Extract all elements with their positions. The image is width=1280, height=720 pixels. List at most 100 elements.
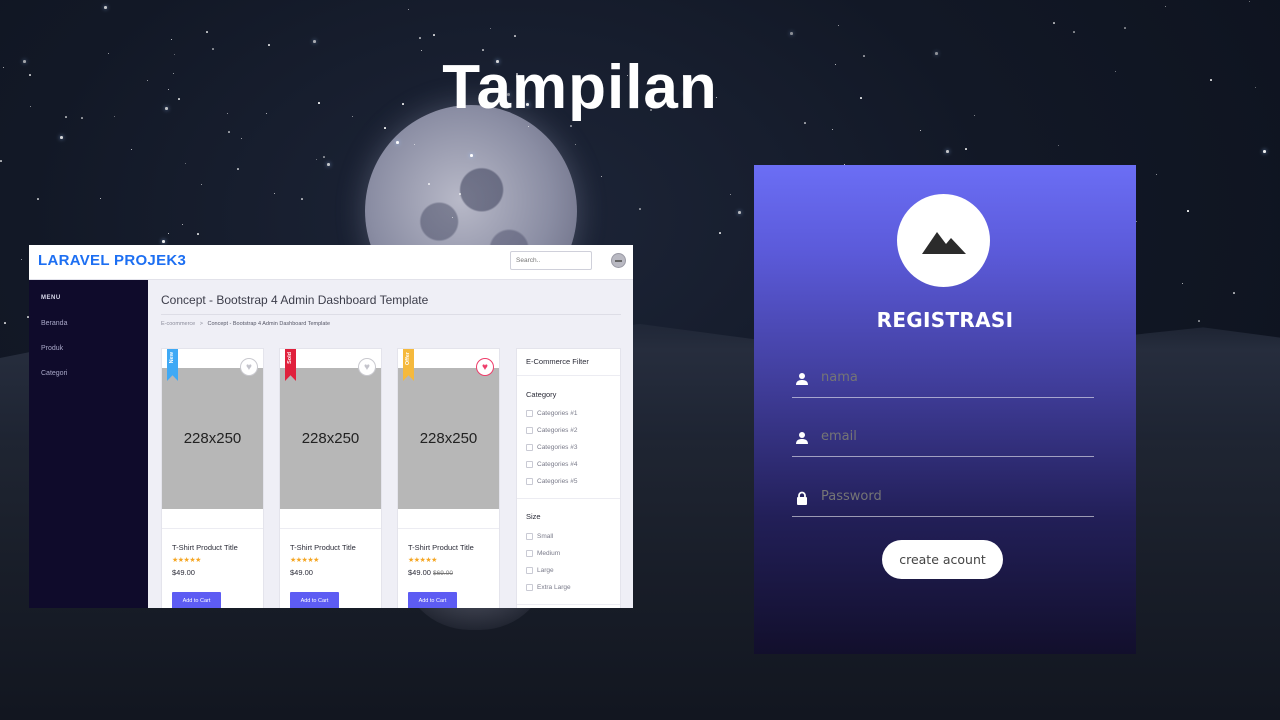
star <box>274 193 275 194</box>
product-price: $49.00 $69.00 <box>408 568 453 577</box>
star <box>452 217 453 218</box>
logo-circle <box>897 194 990 287</box>
filter-title: E-Commerce Filter <box>526 357 589 366</box>
filter-divider <box>517 604 620 605</box>
star <box>197 233 199 235</box>
name-field <box>792 364 1094 398</box>
product-image-placeholder[interactable]: 228x250 <box>162 368 263 509</box>
size-option[interactable]: Small <box>526 533 553 540</box>
star <box>639 208 641 210</box>
rating-stars: ★★★★★ <box>172 557 201 564</box>
size-option[interactable]: Large <box>526 567 554 574</box>
checkbox[interactable] <box>526 461 533 468</box>
star <box>570 125 572 127</box>
star <box>414 144 415 145</box>
title-divider <box>161 314 621 315</box>
create-account-button[interactable]: create acount <box>882 540 1003 579</box>
star <box>1156 174 1157 175</box>
star <box>1233 292 1235 294</box>
checkbox[interactable] <box>526 478 533 485</box>
checkbox[interactable] <box>526 567 533 574</box>
heart-icon[interactable]: ♥ <box>476 358 494 376</box>
checkbox[interactable] <box>526 550 533 557</box>
size-option[interactable]: Medium <box>526 550 560 557</box>
product-title[interactable]: T-Shirt Product Title <box>172 543 238 552</box>
checkbox[interactable] <box>526 410 533 417</box>
sidebar-item-produk[interactable]: Produk <box>41 345 63 352</box>
category-option[interactable]: Categories #1 <box>526 410 577 417</box>
star <box>182 224 183 225</box>
lock-icon <box>797 491 807 505</box>
size-option[interactable]: Extra Large <box>526 584 571 591</box>
category-option[interactable]: Categories #5 <box>526 478 577 485</box>
star <box>1263 150 1266 153</box>
add-to-cart-button[interactable]: Add to Cart <box>290 592 339 608</box>
star <box>168 233 169 234</box>
product-image-placeholder[interactable]: 228x250 <box>398 368 499 509</box>
star <box>1165 6 1166 7</box>
star <box>470 154 473 157</box>
star <box>81 117 83 119</box>
star <box>30 106 31 107</box>
sidebar-item-categori[interactable]: Categori <box>41 370 67 377</box>
search-input[interactable] <box>510 251 592 270</box>
star <box>1255 87 1256 88</box>
name-input[interactable] <box>821 370 1081 385</box>
breadcrumb: E-coommerce > Concept - Bootstrap 4 Admi… <box>161 321 330 327</box>
star <box>173 73 174 74</box>
star <box>206 31 208 33</box>
add-to-cart-button[interactable]: Add to Cart <box>408 592 457 608</box>
checkbox[interactable] <box>526 533 533 540</box>
checkbox[interactable] <box>526 427 533 434</box>
password-input[interactable] <box>821 489 1081 504</box>
star <box>3 67 4 68</box>
product-title[interactable]: T-Shirt Product Title <box>408 543 474 552</box>
star <box>396 141 399 144</box>
rating-stars: ★★★★★ <box>290 557 319 564</box>
sidebar-menu-heading: MENU <box>41 295 61 301</box>
star <box>316 159 317 160</box>
avatar[interactable] <box>611 253 626 268</box>
star <box>147 80 148 81</box>
star <box>860 97 862 99</box>
add-to-cart-button[interactable]: Add to Cart <box>172 592 221 608</box>
breadcrumb-current: Concept - Bootstrap 4 Admin Dashboard Te… <box>207 321 331 327</box>
star <box>1136 221 1137 222</box>
category-option[interactable]: Categories #3 <box>526 444 577 451</box>
star <box>237 168 239 170</box>
heart-icon[interactable]: ♥ <box>240 358 258 376</box>
category-heading: Category <box>526 390 557 399</box>
brand-logo[interactable]: LARAVEL PROJEK3 <box>38 252 186 269</box>
sidebar-item-beranda[interactable]: Beranda <box>41 320 67 327</box>
star <box>266 113 267 114</box>
star <box>114 116 115 117</box>
category-option[interactable]: Categories #4 <box>526 461 577 468</box>
star <box>920 130 921 131</box>
star <box>428 183 430 185</box>
sidebar: MENU Beranda Produk Categori <box>29 280 148 608</box>
filter-divider <box>517 375 620 376</box>
category-option[interactable]: Categories #2 <box>526 427 577 434</box>
star <box>965 148 967 150</box>
heart-icon[interactable]: ♥ <box>358 358 376 376</box>
star <box>352 116 353 117</box>
email-input[interactable] <box>821 429 1081 444</box>
star <box>459 193 461 195</box>
star <box>1198 320 1200 322</box>
star <box>1053 22 1055 24</box>
star <box>482 49 484 51</box>
star <box>0 160 2 162</box>
product-card: 228x250 New ♥ T-Shirt Product Title ★★★★… <box>161 348 264 608</box>
product-image-placeholder[interactable]: 228x250 <box>280 368 381 509</box>
dashboard-screenshot: LARAVEL PROJEK3 MENU Beranda Produk Cate… <box>29 245 633 608</box>
product-title[interactable]: T-Shirt Product Title <box>290 543 356 552</box>
user-icon <box>796 432 808 444</box>
email-field <box>792 423 1094 457</box>
product-price: $49.00 <box>290 568 313 577</box>
breadcrumb-separator: > <box>199 321 203 327</box>
breadcrumb-root[interactable]: E-coommerce <box>161 321 195 327</box>
star <box>171 39 172 40</box>
star <box>165 107 168 110</box>
checkbox[interactable] <box>526 444 533 451</box>
checkbox[interactable] <box>526 584 533 591</box>
